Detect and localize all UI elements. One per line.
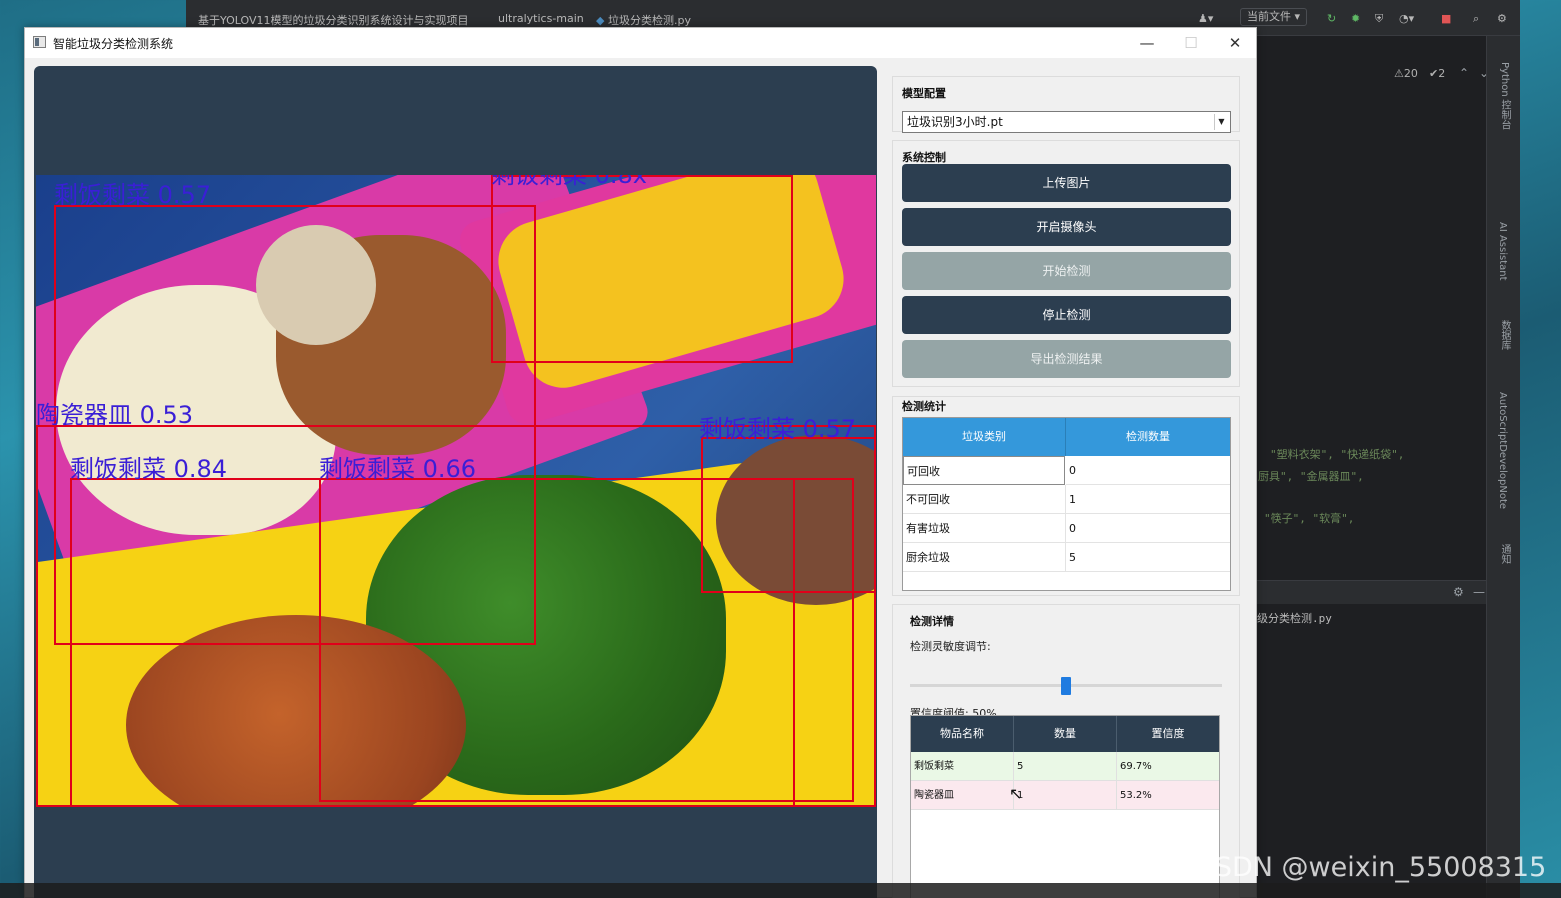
system-control-group: 系统控制 上传图片 开启摄像头 开始检测 停止检测 导出检测结果 (892, 140, 1240, 387)
notifications-tab[interactable]: 通知 (1497, 544, 1512, 564)
chevron-up-icon[interactable]: ⌃ (1459, 67, 1469, 79)
run-config-dropdown[interactable]: 当前文件 ▾ (1240, 8, 1308, 26)
sensitivity-slider-thumb[interactable] (1061, 677, 1071, 695)
warning-count[interactable]: ⚠20 (1394, 68, 1418, 80)
ide-file-tab[interactable]: ◆ 垃圾分类检测.py (596, 12, 691, 28)
rerun-icon[interactable]: ↻ (1327, 12, 1336, 25)
python-file-icon: ◆ (596, 14, 605, 27)
bbox-1-label: 剩饭剩菜 0.57 (54, 181, 212, 209)
detection-result-image: 剩饭剩菜 0.57 剩饭剩菜 0.8x 陶瓷器皿 0.53 剩饭剩菜 0.84 … (36, 175, 876, 807)
stats-cell-category-kitchen[interactable]: 厨余垃圾 (903, 543, 1066, 572)
ai-assistant-tab[interactable]: AI Assistant (1497, 222, 1508, 281)
details-cell-count-leftover[interactable]: 5 (1014, 752, 1117, 781)
details-cell-count-ceramic[interactable]: 1 (1014, 781, 1117, 810)
check-count[interactable]: ✔2 (1429, 68, 1445, 80)
bbox-2-label: 剩饭剩菜 0.8x (491, 175, 647, 189)
debug-icon[interactable]: ✹ (1351, 12, 1360, 25)
settings-gear-icon[interactable]: ⚙ (1497, 12, 1507, 25)
stats-cell-count-kitchen[interactable]: 5 (1066, 543, 1230, 572)
stats-header-category[interactable]: 垃圾类别 (903, 418, 1066, 456)
bbox-4-label: 剩饭剩菜 0.84 (70, 455, 228, 483)
window-title: 智能垃圾分类检测系统 (53, 37, 174, 51)
app-window: 智能垃圾分类检测系统 — ☐ ✕ 剩饭剩菜 0.57 剩饭剩菜 0.8x 陶瓷器 (24, 27, 1257, 898)
sensitivity-label: 检测灵敏度调节: (910, 640, 991, 653)
csdn-watermark: CSDN @weixin_55008315 (1196, 852, 1547, 883)
run-config-label: 当前文件 (1247, 10, 1291, 23)
statistics-table[interactable]: 垃圾类别 检测数量 可回收 0 不可回收 1 有害垃圾 0 厨余垃圾 5 (902, 417, 1231, 591)
stop-detect-button[interactable]: 停止检测 (902, 296, 1231, 334)
model-config-group: 模型配置 垃圾识别3小时.pt ▼ (892, 76, 1240, 133)
details-group: 检测详情 检测灵敏度调节: 置信度阈值: 50% 物品名称 数量 置信度 剩饭剩… (892, 604, 1240, 898)
code-line-2: 厨具", "金属器皿", (1258, 470, 1364, 483)
tool-settings-gear-icon[interactable]: ⚙ (1453, 586, 1464, 598)
ide-tool-window-header: ⚙ — (1257, 580, 1486, 604)
profile-icon[interactable]: ◔▾ (1399, 12, 1414, 25)
model-select-dropdown[interactable]: 垃圾识别3小时.pt ▼ (902, 111, 1231, 133)
details-cell-name-leftover[interactable]: 剩饭剩菜 (911, 752, 1014, 781)
details-header-count[interactable]: 数量 (1014, 716, 1117, 752)
ide-project-title[interactable]: 基于YOLOV11模型的垃圾分类识别系统设计与实现项目 (198, 12, 469, 28)
stats-header-count[interactable]: 检测数量 (1066, 418, 1230, 456)
search-icon[interactable]: ⌕ (1473, 12, 1479, 26)
autoscript-tab[interactable]: AutoScriptDevelopNote (1497, 392, 1508, 509)
stats-cell-count-nonrecyclable[interactable]: 1 (1066, 485, 1230, 514)
stats-cell-category-hazardous[interactable]: 有害垃圾 (903, 514, 1066, 543)
details-table[interactable]: 物品名称 数量 置信度 剩饭剩菜 5 69.7% 陶瓷器皿 1 53.2% ↖ (910, 715, 1220, 898)
statistics-group: 检测统计 垃圾类别 检测数量 可回收 0 不可回收 1 有害垃圾 0 厨余垃圾 … (892, 396, 1240, 596)
bbox-6-label: 剩饭剩菜 0.57 (699, 415, 857, 443)
maximize-button[interactable]: ☐ (1169, 28, 1213, 58)
stop-icon[interactable]: ■ (1441, 12, 1451, 25)
model-select-value: 垃圾识别3小时.pt (907, 115, 1003, 129)
details-header-confidence[interactable]: 置信度 (1117, 716, 1219, 752)
ide-right-tool-strip: Python 控制台 AI Assistant 数据库 AutoScriptDe… (1486, 36, 1520, 898)
stats-cell-category-recyclable[interactable]: 可回收 (903, 456, 1065, 485)
close-button[interactable]: ✕ (1213, 28, 1257, 58)
taskbar-edge (0, 883, 1561, 898)
tool-minimize-icon[interactable]: — (1473, 586, 1485, 598)
details-title: 检测详情 (910, 615, 954, 628)
start-detect-button[interactable]: 开始检测 (902, 252, 1231, 290)
code-line-1: "塑料衣架", "快递纸袋", (1270, 448, 1405, 461)
bbox-5-label: 剩饭剩菜 0.66 (319, 455, 477, 483)
stats-cell-category-nonrecyclable[interactable]: 不可回收 (903, 485, 1066, 514)
ide-file-tab-label: 垃圾分类检测.py (607, 14, 691, 27)
model-config-title: 模型配置 (902, 87, 946, 100)
coverage-icon[interactable]: ⛨ (1375, 12, 1383, 26)
ide-repo-name[interactable]: ultralytics-main (498, 12, 584, 25)
details-cell-name-ceramic[interactable]: 陶瓷器皿 (911, 781, 1014, 810)
bbox-2 (491, 175, 793, 363)
app-window-icon (33, 36, 46, 48)
dropdown-arrow-icon[interactable]: ▼ (1214, 114, 1228, 130)
database-tab[interactable]: 数据库 (1497, 320, 1512, 350)
details-header-name[interactable]: 物品名称 (911, 716, 1014, 752)
bbox-3-label: 陶瓷器皿 0.53 (36, 401, 194, 429)
python-console-tab[interactable]: Python 控制台 (1497, 62, 1512, 130)
window-titlebar: 智能垃圾分类检测系统 — ☐ ✕ (25, 28, 1256, 58)
minimize-button[interactable]: — (1125, 28, 1169, 58)
upload-image-button[interactable]: 上传图片 (902, 164, 1231, 202)
stats-cell-count-recyclable[interactable]: 0 (1066, 456, 1230, 485)
details-cell-confidence-leftover[interactable]: 69.7% (1117, 752, 1219, 781)
mouse-cursor-icon: ↖ (1009, 784, 1023, 803)
statistics-title: 检测统计 (902, 400, 946, 413)
image-display-panel: 剩饭剩菜 0.57 剩饭剩菜 0.8x 陶瓷器皿 0.53 剩饭剩菜 0.84 … (34, 66, 877, 898)
user-icon[interactable]: ♟▾ (1198, 12, 1213, 25)
stats-cell-count-hazardous[interactable]: 0 (1066, 514, 1230, 543)
export-results-button[interactable]: 导出检测结果 (902, 340, 1231, 378)
bbox-6 (701, 437, 876, 593)
system-control-title: 系统控制 (902, 151, 946, 164)
details-cell-confidence-ceramic[interactable]: 53.2% (1117, 781, 1219, 810)
terminal-filename: 级分类检测.py (1257, 612, 1332, 625)
open-camera-button[interactable]: 开启摄像头 (902, 208, 1231, 246)
code-line-3: "筷子", "软膏", (1264, 512, 1355, 525)
